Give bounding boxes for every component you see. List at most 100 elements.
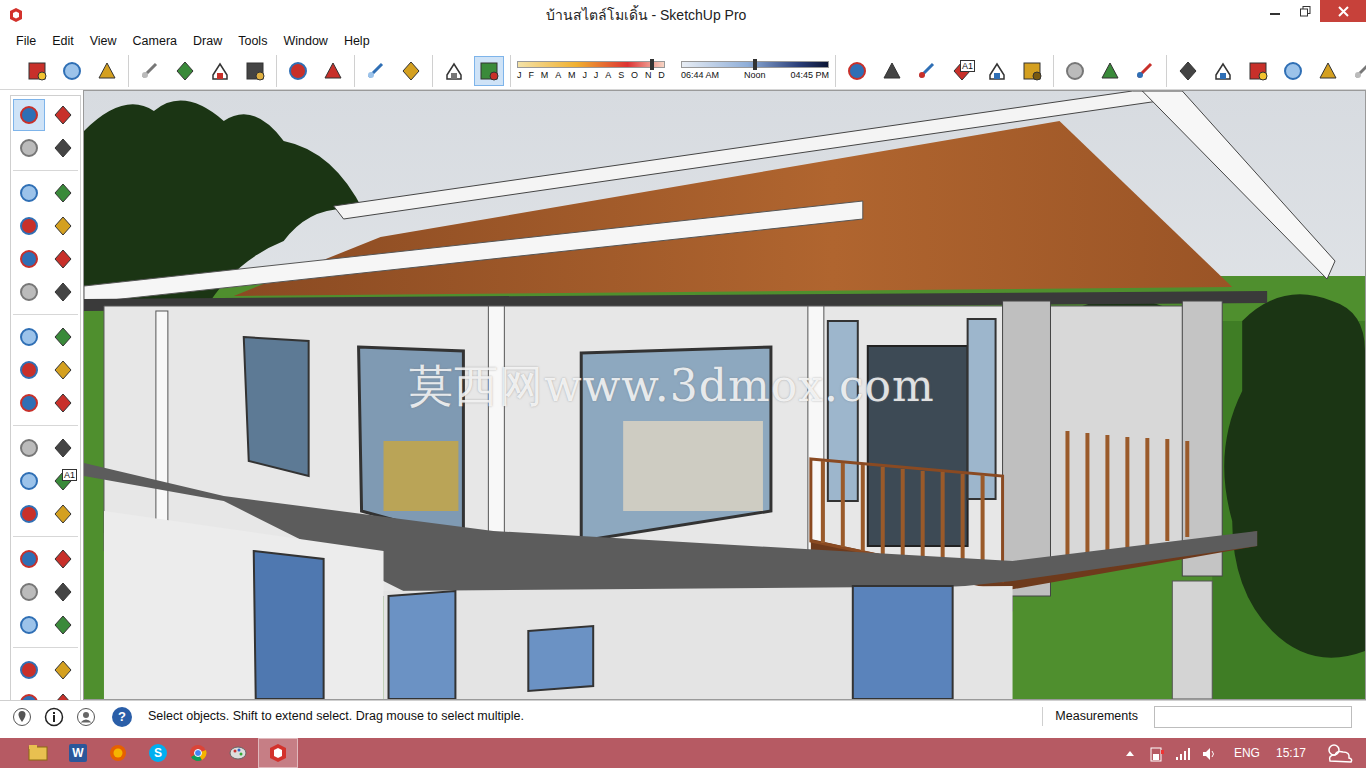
toolbar-button[interactable] bbox=[1348, 56, 1366, 86]
battery-icon[interactable] bbox=[1148, 744, 1166, 762]
minimize-icon[interactable] bbox=[1260, 0, 1290, 22]
taskbar-app[interactable] bbox=[18, 738, 58, 768]
close-icon[interactable] bbox=[1320, 0, 1366, 22]
tool-button[interactable] bbox=[47, 432, 79, 464]
tool-button[interactable] bbox=[47, 576, 79, 608]
toolbar-button[interactable] bbox=[1278, 56, 1308, 86]
toolbar-button[interactable] bbox=[283, 56, 313, 86]
tool-button[interactable] bbox=[13, 132, 45, 164]
tool-button[interactable] bbox=[47, 609, 79, 641]
tool-button[interactable] bbox=[13, 321, 45, 353]
model-viewport[interactable]: 莫西网www.3dmox.com bbox=[83, 90, 1366, 700]
tool-button[interactable] bbox=[13, 387, 45, 419]
toolbar-button[interactable] bbox=[170, 56, 200, 86]
date-slider[interactable]: JFMAMJJASOND bbox=[517, 61, 665, 81]
menu-item[interactable]: File bbox=[8, 30, 44, 52]
toolbar-button[interactable] bbox=[439, 56, 469, 86]
tool-button[interactable] bbox=[13, 276, 45, 308]
weather-icon[interactable] bbox=[1322, 741, 1356, 765]
menu-item[interactable]: Window bbox=[275, 30, 335, 52]
volume-icon[interactable] bbox=[1200, 744, 1218, 762]
taskbar-app[interactable] bbox=[178, 738, 218, 768]
toolbar-button[interactable] bbox=[361, 56, 391, 86]
tool-button[interactable] bbox=[13, 243, 45, 275]
tool-button[interactable] bbox=[13, 177, 45, 209]
tool-button[interactable] bbox=[47, 387, 79, 419]
toolbar-button[interactable] bbox=[135, 56, 165, 86]
tool-button[interactable] bbox=[13, 609, 45, 641]
toolbar-button[interactable]: A1 bbox=[947, 56, 977, 86]
toolbar-button[interactable] bbox=[982, 56, 1012, 86]
measurements-field[interactable] bbox=[1154, 706, 1352, 728]
toolbar-button[interactable] bbox=[877, 56, 907, 86]
menu-item[interactable]: Tools bbox=[230, 30, 275, 52]
toolbar-group bbox=[128, 55, 276, 87]
toolbar-button[interactable] bbox=[1243, 56, 1273, 86]
toolbar-button[interactable] bbox=[1060, 56, 1090, 86]
tool-button[interactable] bbox=[47, 177, 79, 209]
taskbar-app[interactable]: W bbox=[58, 738, 98, 768]
tool-button[interactable] bbox=[13, 543, 45, 575]
tool-button[interactable] bbox=[47, 654, 79, 686]
toolbar-button[interactable] bbox=[1173, 56, 1203, 86]
tool-button[interactable] bbox=[13, 210, 45, 242]
clock[interactable]: 15:17 bbox=[1276, 744, 1306, 762]
show-hidden-icon[interactable] bbox=[1122, 744, 1140, 762]
geo-pin-icon[interactable] bbox=[12, 707, 32, 727]
tool-button[interactable] bbox=[13, 354, 45, 386]
toolbar-button[interactable] bbox=[1130, 56, 1160, 86]
time-slider-thumb[interactable] bbox=[753, 59, 757, 70]
tool-button[interactable] bbox=[13, 498, 45, 530]
toolbar-button[interactable] bbox=[92, 56, 122, 86]
tool-button[interactable] bbox=[47, 243, 79, 275]
user-icon[interactable] bbox=[76, 707, 96, 727]
taskbar-app[interactable]: S bbox=[138, 738, 178, 768]
menu-item[interactable]: Camera bbox=[125, 30, 185, 52]
toolbar-button[interactable] bbox=[205, 56, 235, 86]
tool-button[interactable] bbox=[13, 99, 45, 131]
toolbar-button[interactable] bbox=[474, 56, 504, 86]
menu-item[interactable]: View bbox=[82, 30, 125, 52]
time-slider[interactable]: 06:44 AMNoon04:45 PM bbox=[681, 61, 829, 81]
tool-button[interactable] bbox=[13, 465, 45, 497]
tool-button[interactable]: A1 bbox=[47, 465, 79, 497]
toolbar-button[interactable] bbox=[22, 56, 52, 86]
tool-button[interactable] bbox=[13, 654, 45, 686]
toolbar-button[interactable] bbox=[240, 56, 270, 86]
taskbar-app[interactable] bbox=[258, 738, 298, 768]
tool-button[interactable] bbox=[47, 543, 79, 575]
signal-icon[interactable] bbox=[1174, 744, 1192, 762]
tool-button[interactable] bbox=[47, 210, 79, 242]
tool-button[interactable] bbox=[47, 498, 79, 530]
time-slider-track[interactable] bbox=[681, 61, 829, 68]
date-slider-track[interactable] bbox=[517, 61, 665, 68]
toolbar-button[interactable] bbox=[396, 56, 426, 86]
tool-button[interactable] bbox=[47, 354, 79, 386]
toolbar-button[interactable] bbox=[1208, 56, 1238, 86]
menu-item[interactable]: Edit bbox=[44, 30, 82, 52]
tool-button[interactable] bbox=[47, 99, 79, 131]
tool-button[interactable] bbox=[47, 276, 79, 308]
tool-button[interactable] bbox=[13, 576, 45, 608]
taskbar-app[interactable] bbox=[218, 738, 258, 768]
tool-button[interactable] bbox=[47, 132, 79, 164]
tool-button[interactable] bbox=[13, 432, 45, 464]
tool-button[interactable] bbox=[47, 321, 79, 353]
restore-icon[interactable] bbox=[1290, 0, 1320, 22]
toolbar-button[interactable] bbox=[1095, 56, 1125, 86]
taskbar-app[interactable] bbox=[98, 738, 138, 768]
date-slider-thumb[interactable] bbox=[650, 59, 654, 70]
toolbar-button[interactable] bbox=[318, 56, 348, 86]
menu-item[interactable]: Draw bbox=[185, 30, 230, 52]
toolbar-button[interactable] bbox=[1017, 56, 1047, 86]
toolbar-button[interactable] bbox=[57, 56, 87, 86]
tool-button[interactable] bbox=[47, 687, 79, 700]
credits-icon[interactable] bbox=[44, 707, 64, 727]
toolbar-button[interactable] bbox=[912, 56, 942, 86]
input-language[interactable]: ENG bbox=[1234, 744, 1260, 762]
toolbar-button[interactable] bbox=[1313, 56, 1343, 86]
help-button[interactable]: ? bbox=[112, 707, 132, 727]
menu-item[interactable]: Help bbox=[336, 30, 378, 52]
toolbar-button[interactable] bbox=[842, 56, 872, 86]
tool-button[interactable] bbox=[13, 687, 45, 700]
